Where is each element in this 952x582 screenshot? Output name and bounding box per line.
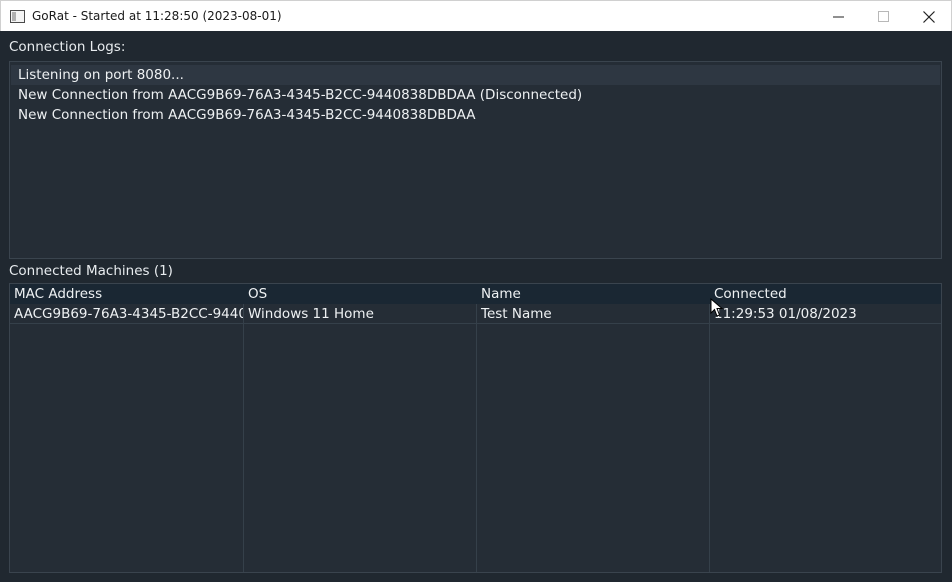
cell-os[interactable]: Windows 11 Home — [244, 304, 476, 324]
column-header-os[interactable]: OS — [244, 284, 476, 304]
column-header-connected[interactable]: Connected — [710, 284, 941, 304]
maximize-button[interactable] — [861, 1, 906, 32]
minimize-button[interactable] — [816, 1, 861, 32]
column-divider — [243, 284, 244, 572]
connection-logs-list[interactable]: Listening on port 8080... New Connection… — [9, 61, 942, 259]
cell-name[interactable]: Test Name — [477, 304, 709, 324]
app-window-icon — [10, 10, 25, 23]
log-entry[interactable]: New Connection from AACG9B69-76A3-4345-B… — [11, 85, 940, 105]
column-divider — [476, 284, 477, 572]
close-button[interactable] — [906, 1, 951, 32]
connected-machines-table[interactable]: MAC Address OS Name Connected AACG9B69-7… — [9, 283, 942, 573]
log-entry[interactable]: Listening on port 8080... — [11, 65, 940, 85]
table-row[interactable]: AACG9B69-76A3-4345-B2CC-9440838DBDAA Win… — [10, 304, 941, 324]
column-divider — [709, 284, 710, 572]
table-header: MAC Address OS Name Connected — [10, 284, 941, 304]
connection-logs-label: Connection Logs: — [9, 39, 126, 55]
window-title: GoRat - Started at 11:28:50 (2023-08-01) — [32, 9, 282, 23]
title-bar[interactable]: GoRat - Started at 11:28:50 (2023-08-01) — [0, 0, 952, 31]
log-entry[interactable]: New Connection from AACG9B69-76A3-4345-B… — [11, 105, 940, 125]
minimize-icon — [833, 16, 844, 18]
column-header-mac-address[interactable]: MAC Address — [10, 284, 243, 304]
connected-machines-label: Connected Machines (1) — [9, 263, 173, 279]
maximize-icon — [878, 11, 889, 22]
cell-mac-address[interactable]: AACG9B69-76A3-4345-B2CC-9440838DBDAA — [10, 304, 243, 324]
cell-connected[interactable]: 11:29:53 01/08/2023 — [710, 304, 941, 324]
close-icon — [922, 10, 935, 23]
mouse-pointer-icon — [710, 298, 724, 317]
column-header-name[interactable]: Name — [477, 284, 709, 304]
